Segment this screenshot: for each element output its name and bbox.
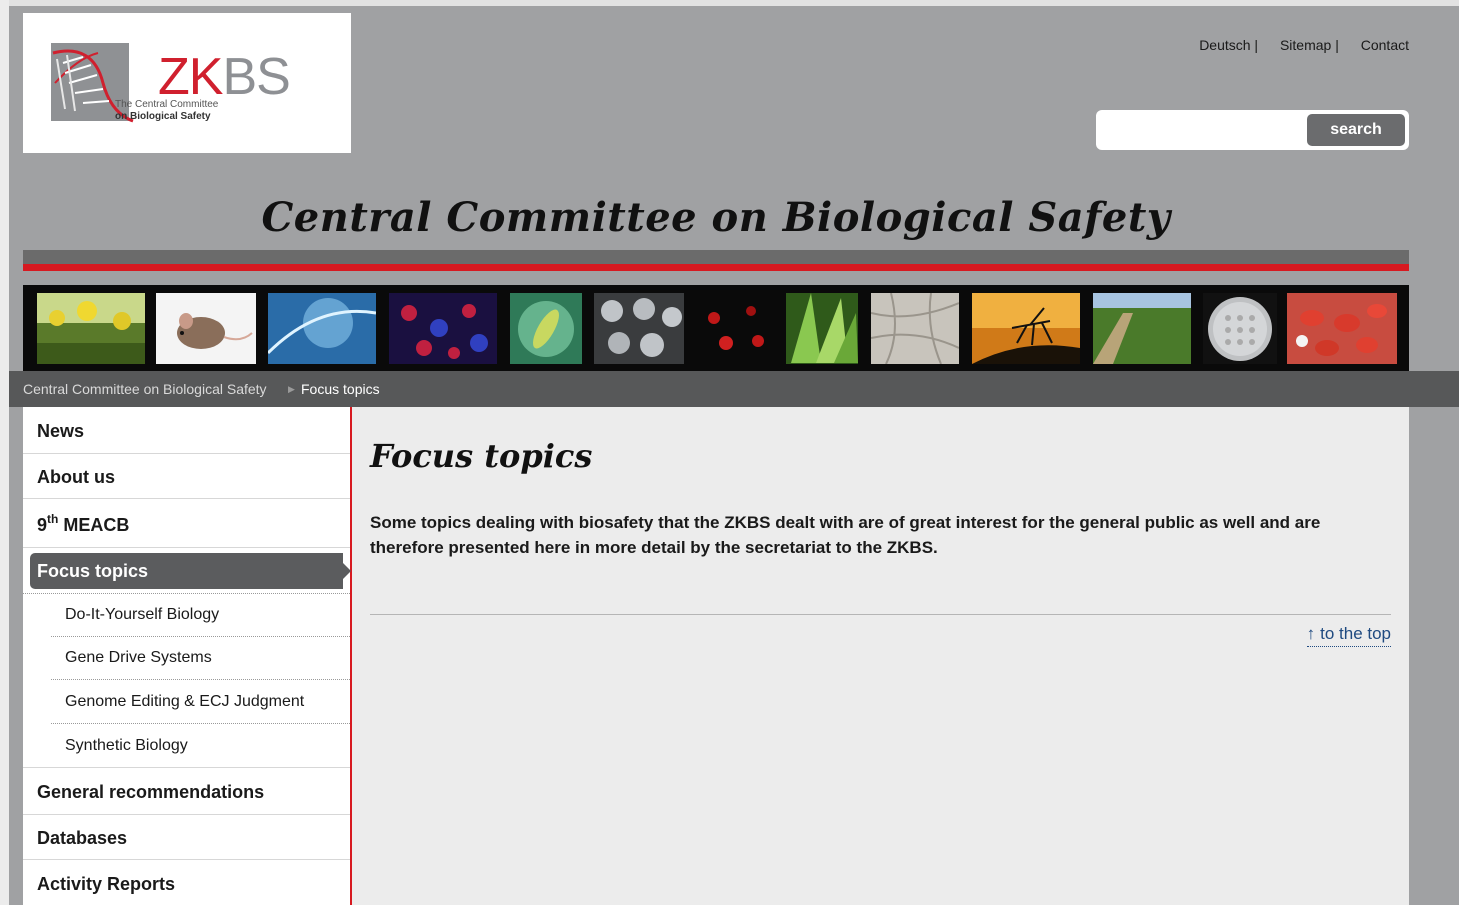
red-fluorescence-image	[696, 293, 774, 364]
mouse-image	[156, 293, 256, 364]
sidebar-nav: News About us 9th MEACB Focus topics Do-…	[23, 407, 352, 905]
top-links: Deutsch | Sitemap | Contact	[1181, 37, 1409, 53]
logo-subtitle-line2: on Biological Safety	[115, 111, 211, 122]
breadcrumb-current: Focus topics	[301, 381, 380, 397]
site-logo[interactable]: ZKBS The Central Committee on Biological…	[23, 13, 351, 153]
subitem-diy-biology[interactable]: Do-It-Yourself Biology	[51, 594, 350, 636]
intro-text: Some topics dealing with biosafety that …	[370, 513, 1321, 557]
logo-wordmark: ZKBS	[158, 48, 291, 106]
mosquito-sunset-image	[972, 293, 1080, 364]
search-box: search	[1096, 110, 1409, 150]
rapeseed-field-image	[37, 293, 145, 364]
subitem-synthetic-biology[interactable]: Synthetic Biology	[51, 724, 350, 767]
bacterium-image	[510, 293, 582, 364]
fluorescent-cells-image	[389, 293, 497, 364]
arrow-up-icon: ↑	[1306, 624, 1316, 643]
subitem-genome-editing[interactable]: Genome Editing & ECJ Judgment	[51, 680, 350, 723]
sidebar-item-about-us[interactable]: About us	[23, 453, 350, 499]
top-strip	[0, 0, 1459, 6]
sitemap-link[interactable]: Sitemap |	[1280, 37, 1339, 53]
breadcrumb: Central Committee on Biological Safety ▶…	[9, 371, 1459, 407]
breadcrumb-home-link[interactable]: Central Committee on Biological Safety	[23, 371, 267, 407]
sidebar-item-general-recommendations[interactable]: General recommendations	[23, 767, 350, 815]
red-blood-cells-image	[1287, 293, 1397, 364]
left-strip	[0, 0, 9, 905]
breadcrumb-separator-icon: ▶	[288, 384, 295, 394]
header-divider-gray	[23, 250, 1409, 264]
contact-link[interactable]: Contact	[1361, 37, 1409, 53]
sidebar-item-focus-topics[interactable]: Focus topics	[30, 553, 351, 589]
sidebar-item-activity-reports[interactable]: Activity Reports	[23, 860, 350, 905]
to-the-top-link[interactable]: ↑ to the top	[1306, 624, 1391, 647]
subitem-gene-drive[interactable]: Gene Drive Systems	[51, 637, 350, 679]
page-title: Focus topics	[370, 437, 593, 475]
plant-leaves-image	[786, 293, 858, 364]
logo-subtitle-line1: The Central Committee	[115, 99, 219, 110]
sidebar-item-meacb[interactable]: 9th MEACB	[23, 499, 350, 548]
search-button[interactable]: search	[1307, 114, 1405, 146]
petri-dish-image	[1203, 293, 1277, 364]
dna-helix-image	[268, 293, 376, 364]
site-title: Central Committee on Biological Safety	[261, 194, 1171, 241]
corn-field-image	[1093, 293, 1191, 364]
sidebar-item-databases[interactable]: Databases	[23, 814, 350, 860]
content-divider	[370, 614, 1391, 615]
photo-strip	[23, 285, 1409, 371]
header-divider-red	[23, 264, 1409, 271]
main-content: Focus topics Some topics dealing with bi…	[352, 407, 1409, 905]
search-input[interactable]	[1104, 118, 1298, 142]
sidebar-item-news[interactable]: News	[23, 407, 350, 454]
virus-particles-image	[594, 293, 684, 364]
deutsch-link[interactable]: Deutsch |	[1199, 37, 1258, 53]
fungal-hyphae-image	[871, 293, 959, 364]
